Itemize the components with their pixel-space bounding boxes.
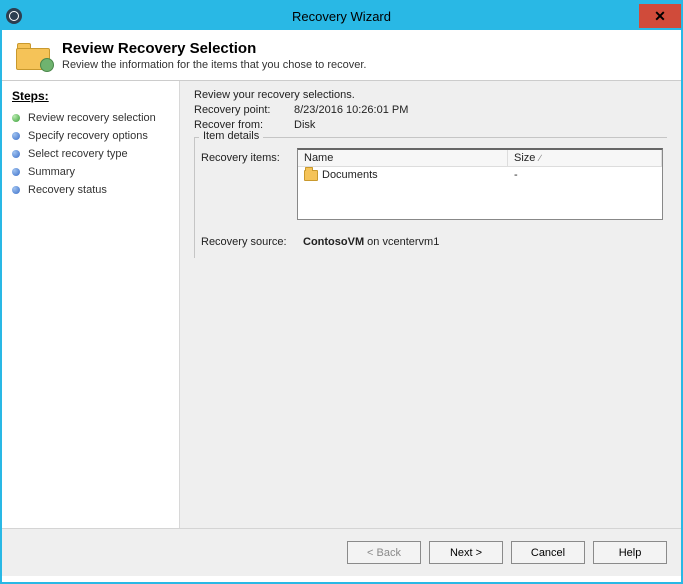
recovery-items-label: Recovery items: [201, 148, 297, 220]
folder-recovery-icon [16, 42, 52, 72]
next-button[interactable]: Next > [429, 541, 503, 564]
recovery-point-value: 8/23/2016 10:26:01 PM [294, 104, 408, 116]
page-subtitle: Review the information for the items tha… [62, 59, 366, 71]
item-details-group: Item details Recovery items: Name Size∕ … [194, 137, 667, 258]
step-specify-recovery-options[interactable]: Specify recovery options [12, 127, 179, 145]
step-pending-icon [12, 186, 20, 194]
titlebar: Recovery Wizard ✕ [2, 2, 681, 30]
folder-icon [304, 170, 318, 181]
page-title: Review Recovery Selection [62, 40, 366, 57]
steps-sidebar: Steps: Review recovery selection Specify… [2, 81, 180, 528]
recovery-point-label: Recovery point: [194, 104, 294, 116]
recovery-items-table[interactable]: Name Size∕ Documents - [297, 148, 663, 220]
recovery-source-value: ContosoVM on vcentervm1 [303, 236, 439, 248]
steps-heading: Steps: [12, 89, 179, 103]
close-icon: ✕ [654, 8, 666, 25]
back-button[interactable]: < Back [347, 541, 421, 564]
step-label: Summary [28, 166, 75, 178]
cancel-button[interactable]: Cancel [511, 541, 585, 564]
window-title: Recovery Wizard [2, 9, 681, 24]
sort-asc-icon: ∕ [539, 153, 541, 163]
step-label: Specify recovery options [28, 130, 148, 142]
step-current-icon [12, 114, 20, 122]
step-review-recovery-selection[interactable]: Review recovery selection [12, 109, 179, 127]
main-panel: Review your recovery selections. Recover… [180, 81, 681, 528]
intro-text: Review your recovery selections. [194, 89, 667, 101]
help-button[interactable]: Help [593, 541, 667, 564]
step-pending-icon [12, 168, 20, 176]
step-label: Review recovery selection [28, 112, 156, 124]
wizard-header: Review Recovery Selection Review the inf… [2, 30, 681, 80]
step-select-recovery-type[interactable]: Select recovery type [12, 145, 179, 163]
app-icon [6, 8, 22, 24]
column-header-size[interactable]: Size∕ [508, 150, 662, 166]
recovery-source-label: Recovery source: [201, 236, 303, 248]
step-pending-icon [12, 132, 20, 140]
row-size: - [514, 169, 656, 181]
step-label: Recovery status [28, 184, 107, 196]
item-details-legend: Item details [199, 130, 263, 142]
row-name: Documents [322, 169, 378, 181]
close-button[interactable]: ✕ [639, 4, 681, 28]
recover-from-value: Disk [294, 119, 315, 131]
column-header-name[interactable]: Name [298, 150, 508, 166]
step-summary[interactable]: Summary [12, 163, 179, 181]
wizard-footer: < Back Next > Cancel Help [2, 528, 681, 576]
step-pending-icon [12, 150, 20, 158]
table-row[interactable]: Documents - [298, 167, 662, 183]
step-recovery-status[interactable]: Recovery status [12, 181, 179, 199]
step-label: Select recovery type [28, 148, 128, 160]
